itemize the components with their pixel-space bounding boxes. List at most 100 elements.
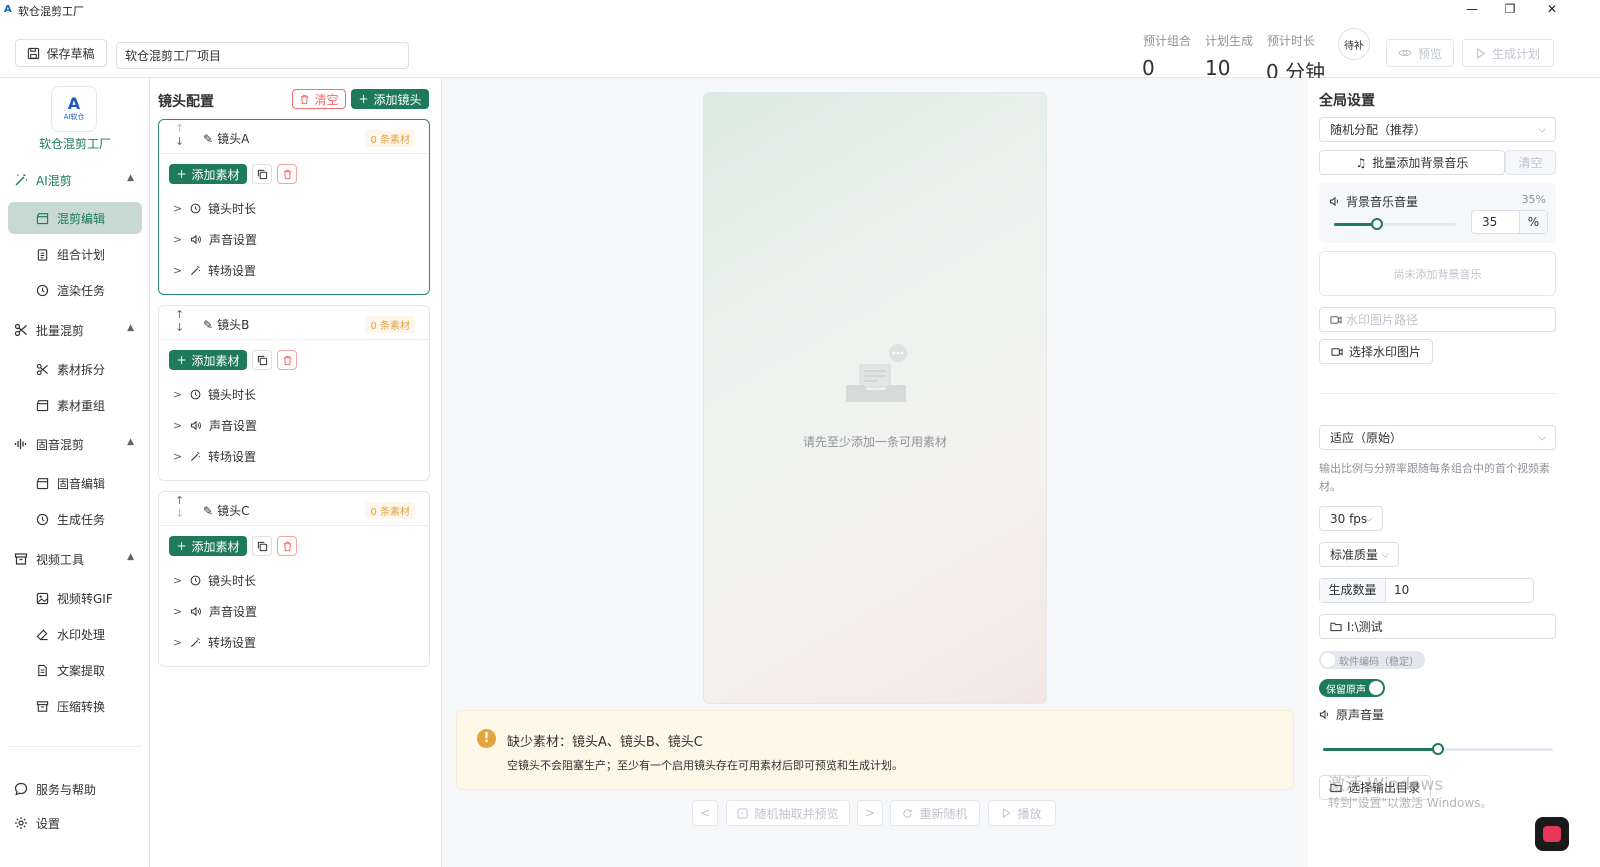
- close-button[interactable]: ✕: [1542, 1, 1562, 17]
- sidebar-item-generate-tasks[interactable]: 生成任务: [8, 503, 142, 535]
- shot-duration-row[interactable]: > 镜头时长: [173, 199, 256, 217]
- reorder-arrows: ↑ ↓: [175, 308, 184, 334]
- shot-card-a[interactable]: ↑ ↓ ✎ 镜头A 0 条素材 + 添加素材 > 镜头时长 > 声音设置 > 转场设置: [158, 119, 430, 295]
- add-material-button[interactable]: + 添加素材: [169, 164, 247, 184]
- chevron-up-icon: ▲: [127, 173, 134, 183]
- play-button[interactable]: 播放: [988, 800, 1056, 826]
- reorder-arrows: ↑ ↓: [175, 122, 184, 148]
- clear-bgm-button[interactable]: 清空: [1505, 150, 1556, 175]
- project-name-input[interactable]: 软仓混剪工厂项目: [116, 42, 409, 69]
- next-preview-button[interactable]: >: [857, 800, 883, 826]
- save-draft-button[interactable]: 保存草稿: [15, 39, 107, 67]
- floating-app-icon[interactable]: [1535, 817, 1569, 851]
- sidebar-item-mix-edit[interactable]: 混剪编辑: [8, 202, 142, 234]
- choose-watermark-button[interactable]: 选择水印图片: [1319, 339, 1433, 364]
- generate-plan-button[interactable]: 生成计划: [1462, 39, 1554, 67]
- preview-button[interactable]: 预览: [1386, 39, 1454, 67]
- shot-audio-row[interactable]: > 声音设置: [173, 416, 257, 434]
- sidebar-item-material-split[interactable]: 素材拆分: [8, 353, 142, 385]
- clear-shots-button[interactable]: 清空: [292, 89, 346, 109]
- document-icon: [38, 664, 47, 676]
- shot-name[interactable]: ✎ 镜头B: [203, 316, 249, 333]
- arrow-up-icon[interactable]: ↑: [175, 308, 184, 321]
- duplicate-shot-button[interactable]: [252, 536, 272, 556]
- arrow-down-icon[interactable]: ↓: [175, 321, 184, 334]
- speaker-icon: [190, 234, 201, 244]
- minimize-button[interactable]: —: [1462, 1, 1482, 17]
- restore-button[interactable]: ❐: [1500, 1, 1520, 17]
- sidebar-group-ai-mix[interactable]: AI混剪 ▲: [14, 169, 134, 191]
- original-volume-thumb[interactable]: [1432, 743, 1444, 755]
- warning-icon: !: [477, 729, 496, 748]
- bgm-volume-thumb[interactable]: [1370, 218, 1383, 230]
- sidebar-item-label: 水印处理: [57, 627, 106, 642]
- shot-card-b[interactable]: ↑ ↓ ✎ 镜头B 0 条素材 + 添加素材 > 镜头时长 > 声音设置 > 转场设置: [158, 305, 430, 481]
- watermark-path-input[interactable]: 水印图片路径: [1319, 307, 1556, 332]
- delete-shot-button[interactable]: [277, 536, 297, 556]
- video-camera-icon: [1330, 315, 1342, 324]
- rerandom-button[interactable]: 重新随机: [890, 800, 980, 826]
- shot-name-label: 镜头C: [217, 504, 250, 518]
- distribution-select[interactable]: 随机分配（推荐） ⌵: [1319, 117, 1556, 142]
- arrow-up-icon[interactable]: ↑: [175, 122, 184, 135]
- shot-card-c[interactable]: ↑ ↓ ✎ 镜头C 0 条素材 + 添加素材 > 镜头时长 > 声音设置 > 转场设置: [158, 491, 430, 667]
- shot-transition-row[interactable]: > 转场设置: [173, 261, 256, 279]
- bgm-volume-input[interactable]: 35 %: [1471, 210, 1548, 234]
- duplicate-shot-button[interactable]: [252, 350, 272, 370]
- quality-select[interactable]: 标准质量 ⌵: [1319, 542, 1399, 567]
- shot-audio-row[interactable]: > 声音设置: [173, 602, 257, 620]
- scissors-icon: [36, 363, 48, 375]
- shot-name[interactable]: ✎ 镜头A: [203, 130, 249, 147]
- sidebar-group-fixed-audio[interactable]: 固音混剪 ▲: [14, 433, 134, 455]
- scissors-icon: [14, 323, 27, 337]
- add-material-button[interactable]: + 添加素材: [169, 350, 247, 370]
- original-volume-slider[interactable]: [1323, 743, 1553, 755]
- arrow-up-icon[interactable]: ↑: [175, 494, 184, 507]
- sidebar-item-material-regroup[interactable]: 素材重组: [8, 389, 142, 421]
- shot-transition-row[interactable]: > 转场设置: [173, 447, 256, 465]
- sidebar-item-compress-convert[interactable]: 压缩转换: [8, 690, 142, 722]
- stat-value-planned: 10: [1205, 56, 1231, 80]
- sidebar-item-render-tasks[interactable]: 渲染任务: [8, 274, 142, 306]
- shot-duration-row[interactable]: > 镜头时长: [173, 385, 256, 403]
- shot-name[interactable]: ✎ 镜头C: [203, 502, 249, 519]
- sidebar-divider: [8, 746, 142, 747]
- output-path-input[interactable]: I:\测试: [1319, 614, 1556, 639]
- app-logo: A AI软仓: [51, 86, 97, 132]
- add-shot-button[interactable]: + 添加镜头: [351, 89, 429, 109]
- fit-mode-hint: 输出比例与分辨率跟随每条组合中的首个视频素材。: [1319, 462, 1550, 493]
- sidebar-item-fixed-audio-edit[interactable]: 固音编辑: [8, 467, 142, 499]
- sidebar-group-video-tools[interactable]: 视频工具 ▲: [14, 548, 134, 570]
- sidebar-item-video-to-gif[interactable]: 视频转GIF: [8, 582, 142, 614]
- sidebar-item-combo-plan[interactable]: 组合计划: [8, 238, 142, 270]
- sidebar-item-watermark[interactable]: 水印处理: [8, 618, 142, 650]
- fps-select[interactable]: 30 fps ⌵: [1319, 506, 1383, 531]
- sidebar-item-help[interactable]: 服务与帮助: [14, 778, 134, 800]
- batch-add-bgm-button[interactable]: ♫ 批量添加背景音乐: [1319, 150, 1505, 175]
- arrow-down-icon[interactable]: ↓: [175, 135, 184, 148]
- arrow-down-icon[interactable]: ↓: [175, 507, 184, 520]
- shot-audio-row[interactable]: > 声音设置: [173, 230, 257, 248]
- sidebar-item-text-extract[interactable]: 文案提取: [8, 654, 142, 686]
- bgm-volume-slider[interactable]: [1334, 218, 1456, 230]
- sidebar-group-batch-mix[interactable]: 批量混剪 ▲: [14, 319, 134, 341]
- alert-description: 空镜头不会阻塞生产；至少有一个启用镜头存在可用素材后即可预览和生成计划。: [507, 759, 903, 772]
- clock-icon: [36, 513, 49, 525]
- shot-transition-row[interactable]: > 转场设置: [173, 633, 256, 651]
- bgm-volume-unit: %: [1519, 211, 1547, 233]
- delete-shot-button[interactable]: [277, 164, 297, 184]
- pending-status-badge[interactable]: 待补: [1338, 28, 1370, 60]
- sidebar-item-settings[interactable]: 设置: [14, 812, 134, 834]
- fit-mode-select[interactable]: 适应（原始） ⌵: [1319, 425, 1556, 450]
- delete-shot-button[interactable]: [277, 350, 297, 370]
- generate-count-input[interactable]: 生成数量 10: [1319, 578, 1534, 603]
- add-material-button[interactable]: + 添加素材: [169, 536, 247, 556]
- music-note-icon: ♫: [1355, 155, 1367, 170]
- duplicate-shot-button[interactable]: [252, 164, 272, 184]
- prev-preview-button[interactable]: <: [692, 800, 718, 826]
- random-preview-button[interactable]: 随机抽取并预览: [726, 800, 850, 826]
- bgm-volume-input-value: 35: [1482, 215, 1498, 229]
- shot-duration-row[interactable]: > 镜头时长: [173, 571, 256, 589]
- software-encode-toggle[interactable]: 软件编码（稳定）: [1319, 651, 1425, 669]
- keep-original-audio-toggle[interactable]: 保留原声: [1319, 679, 1385, 697]
